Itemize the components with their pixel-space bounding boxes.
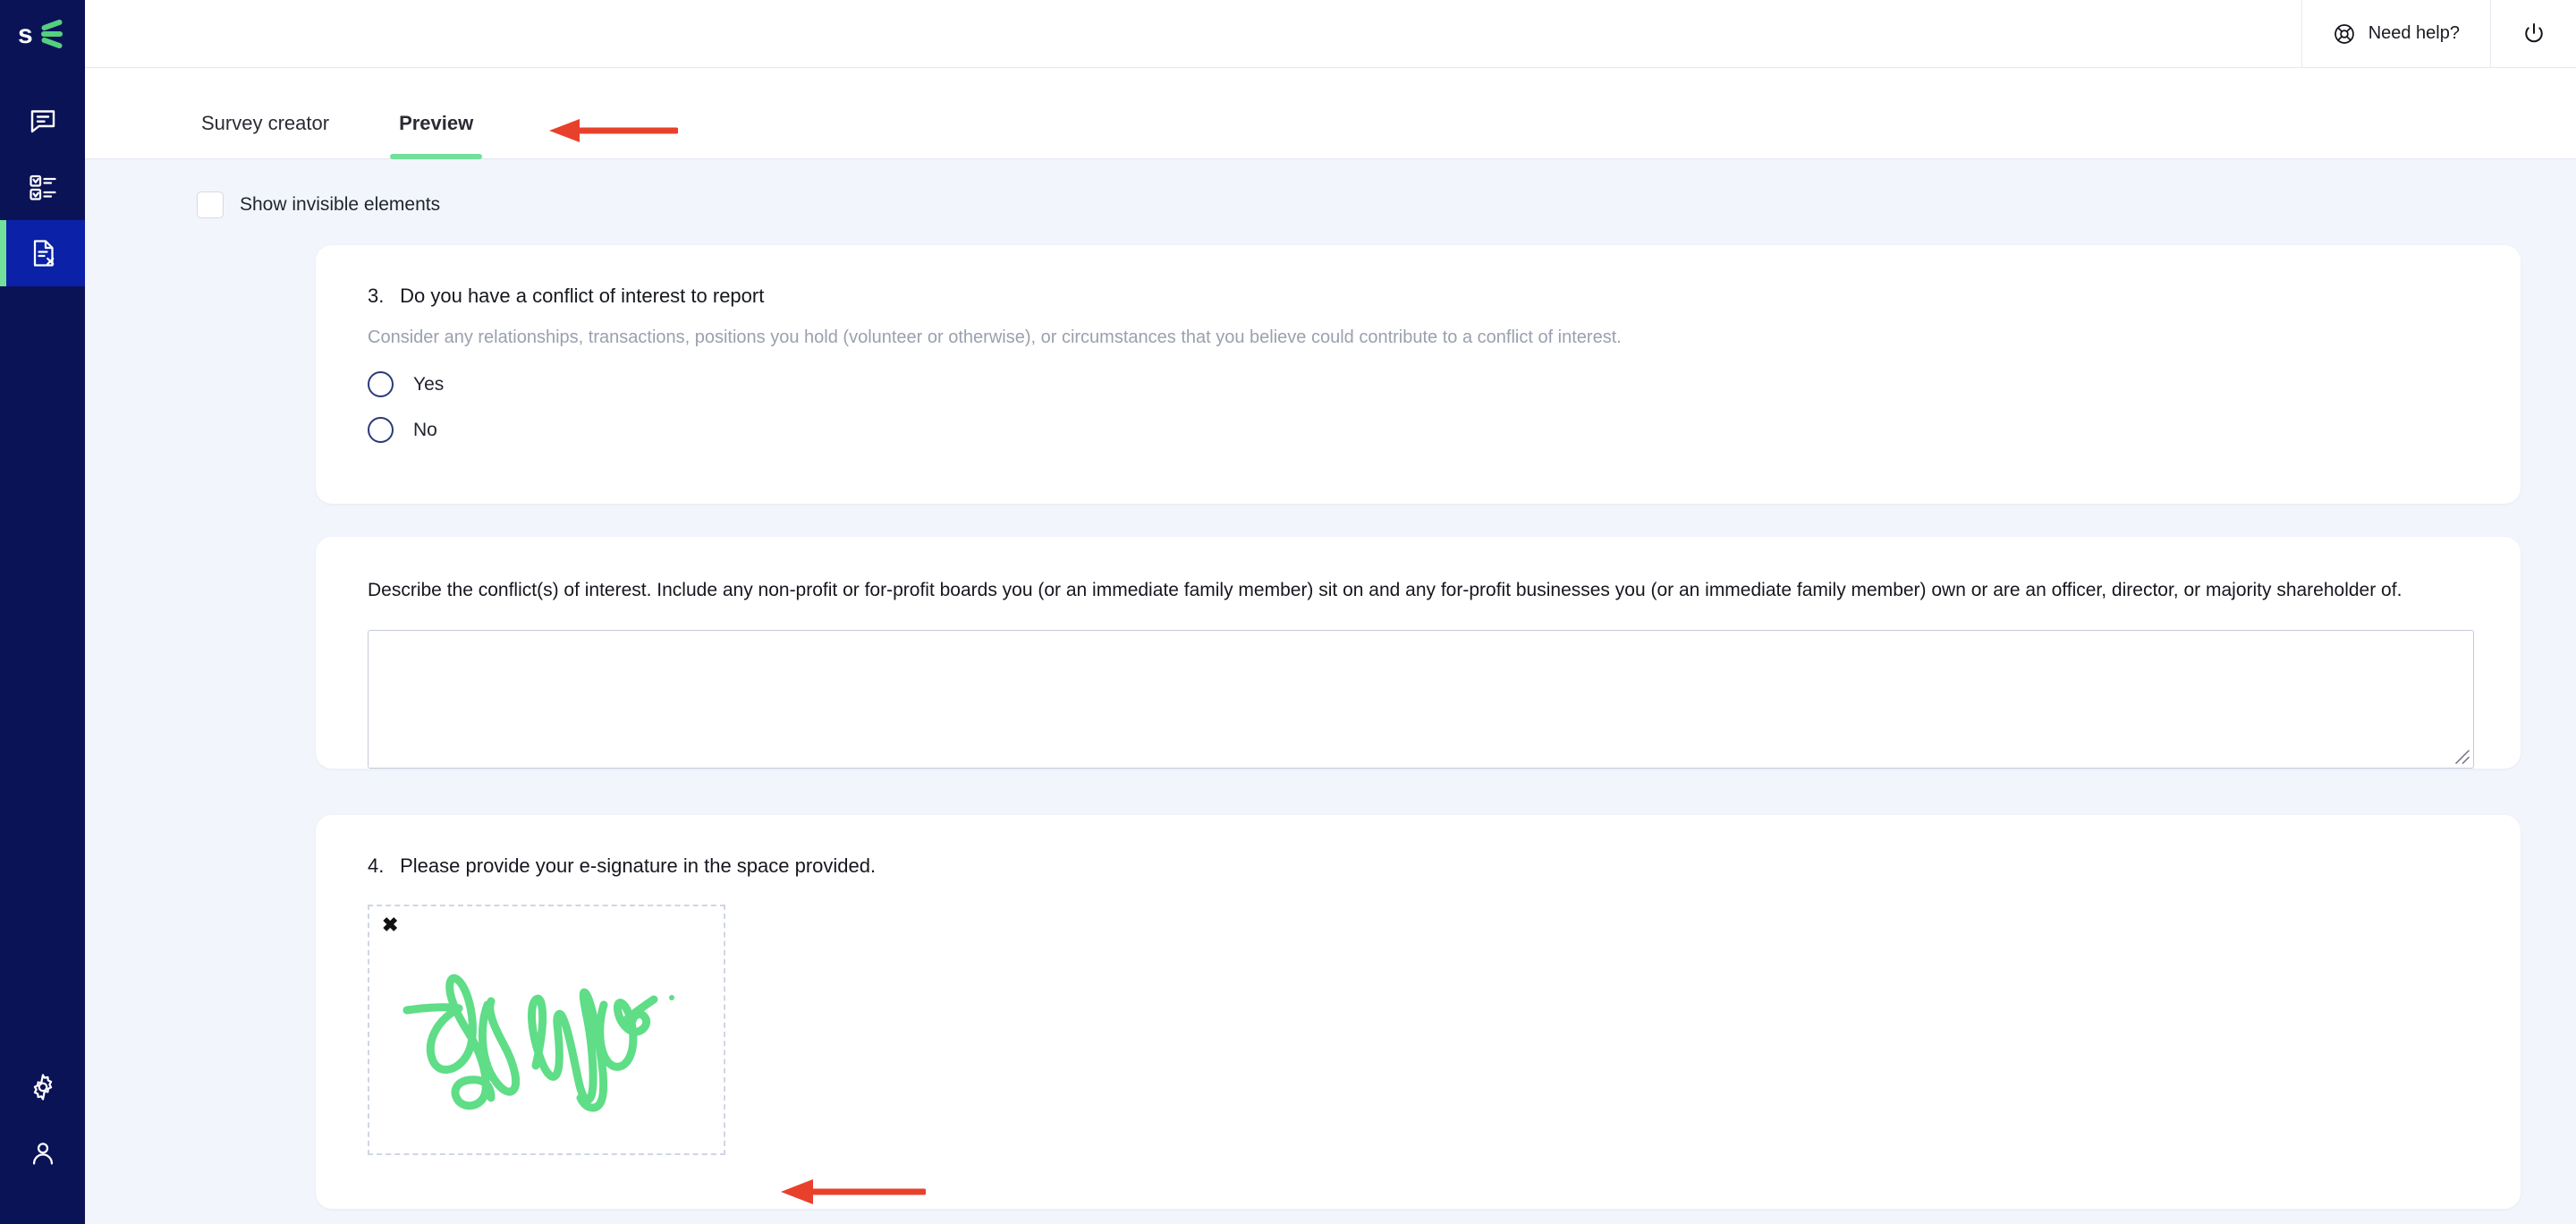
question-cards: 3. Do you have a conflict of interest to… [85,245,2576,1209]
question-3-text: Do you have a conflict of interest to re… [400,285,765,307]
radio-option-yes[interactable]: Yes [368,371,2469,397]
radio-option-no-label: No [413,419,437,440]
radio-circle-icon [368,417,394,443]
tab-preview[interactable]: Preview [390,112,483,159]
question-3-title: 3. Do you have a conflict of interest to… [368,285,2469,308]
preview-content: Show invisible elements 3. Do you have a… [85,159,2576,1224]
sidebar-item-surveys[interactable] [0,154,85,220]
question-card-3: 3. Do you have a conflict of interest to… [316,245,2521,504]
question-3-number: 3. [368,285,385,307]
show-invisible-elements-label: Show invisible elements [240,194,441,215]
question-4-number: 4. [368,854,385,877]
radio-circle-icon [368,371,394,397]
signature-ink [402,973,674,1112]
tab-survey-creator[interactable]: Survey creator [201,112,329,158]
survey-checklist-icon [29,174,56,200]
logout-button[interactable] [2490,0,2576,67]
question-4-text: Please provide your e-signature in the s… [400,854,877,877]
svg-text:s: s [18,20,33,49]
show-invisible-elements-checkbox[interactable] [197,191,224,218]
sidebar-item-chat[interactable] [0,88,85,154]
sidebar-nav [0,88,85,286]
app-root: s Need help? Survey creator Preview Show… [0,0,2576,1224]
question-card-describe-conflicts: Describe the conflict(s) of interest. In… [316,537,2521,769]
sidebar-item-settings[interactable] [0,1054,85,1120]
question-describe-conflicts-title: Describe the conflict(s) of interest. In… [368,580,2402,600]
need-help-label: Need help? [2368,23,2460,43]
chat-bubble-icon [30,110,55,133]
sidebar-item-forms[interactable] [0,220,85,286]
gear-icon [33,1074,52,1101]
radio-option-yes-label: Yes [413,373,445,395]
document-x-icon [33,240,54,267]
need-help-button[interactable]: Need help? [2301,0,2490,67]
question-3-description: Consider any relationships, transactions… [368,327,1622,347]
sidebar: s [0,0,85,1224]
surveyjs-logo-icon: s [18,19,63,49]
main-area: Need help? Survey creator Preview Show i… [85,0,2576,1224]
signature-pad[interactable]: ✖ [368,904,725,1155]
radio-option-no[interactable]: No [368,417,2469,443]
sidebar-bottom-nav [0,1054,85,1224]
describe-conflicts-textarea-wrapper[interactable] [368,629,2474,769]
user-icon [32,1143,53,1165]
textarea-resize-handle[interactable] [2454,749,2470,765]
sidebar-item-account[interactable] [0,1120,85,1186]
top-bar: Need help? [85,0,2576,68]
app-logo[interactable]: s [0,0,85,68]
question-card-4: 4. Please provide your e-signature in th… [316,814,2521,1209]
question-4-title: 4. Please provide your e-signature in th… [368,854,2469,878]
power-icon [2524,22,2543,42]
show-invisible-elements-row: Show invisible elements [85,159,2576,245]
lifebuoy-icon [2334,23,2354,44]
tab-bar: Survey creator Preview [85,68,2576,159]
signature-area: ✖ [368,904,2469,1209]
question-3-choices: Yes No [368,371,2469,504]
